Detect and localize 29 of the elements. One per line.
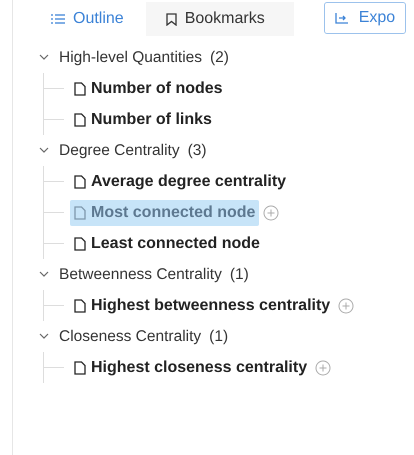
tree-item[interactable]: Least connected node — [70, 230, 264, 256]
export-icon — [334, 12, 349, 24]
document-icon — [74, 298, 86, 312]
list-icon — [51, 13, 65, 25]
add-icon[interactable] — [315, 360, 332, 376]
tree-item[interactable]: Highest closeness centrality — [70, 354, 312, 380]
tree-group[interactable]: Closeness Centrality (1) — [39, 321, 414, 352]
document-icon — [74, 174, 86, 188]
chevron-icon — [39, 54, 49, 61]
chevron-icon — [39, 147, 49, 154]
tab[interactable]: Bookmarks — [146, 2, 294, 36]
tree-group[interactable]: High-level Quantities (2) — [39, 42, 414, 73]
tree-item[interactable]: Number of links — [70, 106, 216, 132]
document-icon — [74, 236, 86, 250]
export-button[interactable]: Expo — [324, 2, 406, 34]
document-icon — [74, 112, 86, 126]
tree-group[interactable]: Degree Centrality (3) — [39, 135, 414, 166]
tree-group[interactable]: Betweenness Centrality (1) — [39, 259, 414, 290]
document-icon — [74, 82, 86, 96]
tree-item[interactable]: Highest betweenness centrality — [70, 292, 334, 318]
document-icon — [74, 206, 86, 220]
document-icon — [74, 360, 86, 374]
add-icon[interactable] — [338, 298, 354, 314]
chevron-icon — [39, 333, 49, 340]
add-icon[interactable] — [263, 204, 280, 220]
chevron-icon — [39, 271, 49, 278]
bookmark-icon — [166, 12, 177, 26]
tree-item[interactable]: Number of nodes — [70, 76, 227, 102]
tree-item[interactable]: Average degree centrality — [70, 168, 290, 194]
